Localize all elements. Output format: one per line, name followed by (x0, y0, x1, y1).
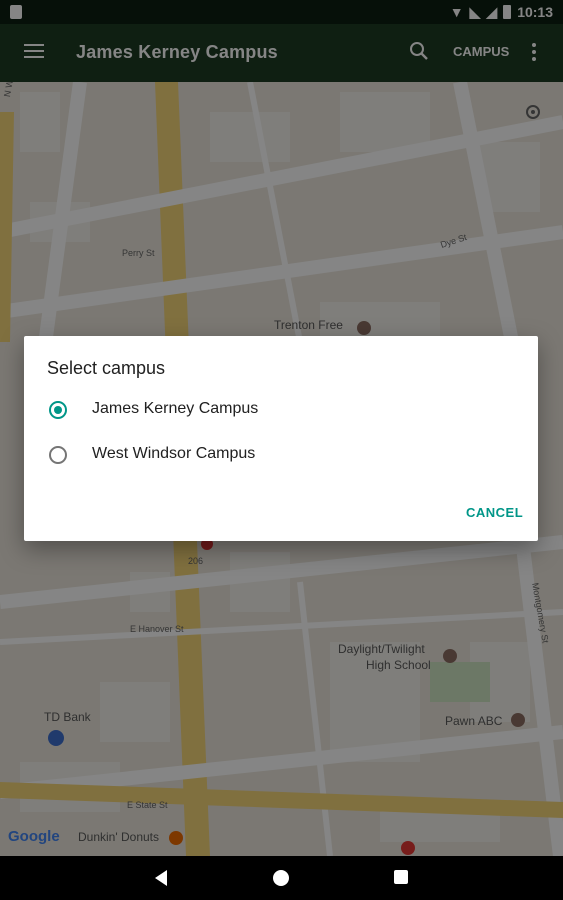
home-icon[interactable] (273, 870, 289, 886)
campus-option-west-windsor[interactable]: West Windsor Campus (24, 433, 538, 477)
radio-button-unchecked[interactable] (49, 446, 67, 464)
select-campus-dialog: Select campus James Kerney Campus West W… (24, 336, 538, 541)
dialog-title: Select campus (47, 358, 166, 378)
recent-apps-icon[interactable] (394, 870, 408, 884)
radio-button-checked[interactable] (49, 401, 67, 419)
navigation-bar (0, 856, 563, 900)
campus-option-label: James Kerney Campus (92, 400, 259, 417)
back-icon[interactable] (155, 870, 167, 886)
cancel-button[interactable]: CANCEL (466, 505, 523, 520)
campus-option-james-kerney[interactable]: James Kerney Campus (24, 388, 538, 432)
campus-option-label: West Windsor Campus (92, 445, 256, 462)
